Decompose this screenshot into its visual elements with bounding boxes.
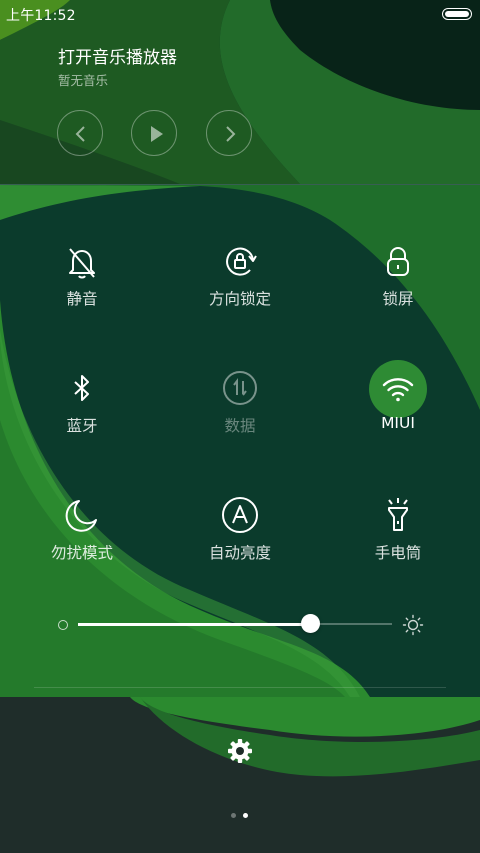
toggle-label: 勿扰模式 <box>50 544 113 562</box>
moon-icon <box>57 491 107 541</box>
page-indicator-dot[interactable] <box>231 813 236 818</box>
toggle-label: 锁屏 <box>382 290 414 308</box>
brightness-low-icon <box>58 620 68 630</box>
lock-icon <box>373 237 423 287</box>
page-indicator-dot-active[interactable] <box>243 813 248 818</box>
status-clock: 上午11:52 <box>6 8 76 24</box>
brightness-slider-fill <box>78 622 311 626</box>
toggle-flashlight[interactable]: 手电筒 <box>333 491 463 591</box>
toggle-rotation-lock[interactable]: 方向锁定 <box>175 237 305 337</box>
wifi-icon <box>369 360 427 418</box>
previous-icon <box>75 126 85 142</box>
music-player-title[interactable]: 打开音乐播放器 <box>58 43 177 68</box>
next-track-button[interactable] <box>206 110 252 156</box>
flashlight-icon <box>373 491 423 541</box>
toggle-label: 数据 <box>224 417 256 435</box>
divider <box>0 184 480 185</box>
toggle-label: 静音 <box>66 290 98 308</box>
auto-brightness-icon <box>215 491 265 541</box>
brightness-high-icon <box>402 614 424 636</box>
toggle-mobile-data[interactable]: 数据 <box>175 364 305 464</box>
toggle-auto-brightness[interactable]: 自动亮度 <box>175 491 305 591</box>
play-button[interactable] <box>131 110 177 156</box>
toggle-lock-screen[interactable]: 锁屏 <box>333 237 463 337</box>
gear-icon[interactable] <box>226 737 254 765</box>
toggle-do-not-disturb[interactable]: 勿扰模式 <box>17 491 147 591</box>
toggle-bluetooth[interactable]: 蓝牙 <box>17 364 147 464</box>
bell-off-icon <box>57 237 107 287</box>
toggle-label: 方向锁定 <box>208 290 271 308</box>
mobile-data-icon <box>215 364 265 414</box>
bluetooth-icon <box>57 364 107 414</box>
rotation-lock-icon <box>215 237 265 287</box>
toggle-label: 手电筒 <box>374 544 422 562</box>
next-icon <box>226 126 236 142</box>
toggle-label: MIUI <box>381 414 415 432</box>
toggle-wifi[interactable]: MIUI <box>333 360 463 464</box>
toggle-label: 自动亮度 <box>208 544 271 562</box>
play-icon <box>151 126 163 142</box>
battery-icon <box>442 8 472 20</box>
music-player-subtitle: 暂无音乐 <box>58 73 109 88</box>
toggle-label: 蓝牙 <box>66 417 98 435</box>
previous-track-button[interactable] <box>57 110 103 156</box>
toggle-silent[interactable]: 静音 <box>17 237 147 337</box>
brightness-slider[interactable] <box>78 614 392 633</box>
divider <box>34 687 446 688</box>
